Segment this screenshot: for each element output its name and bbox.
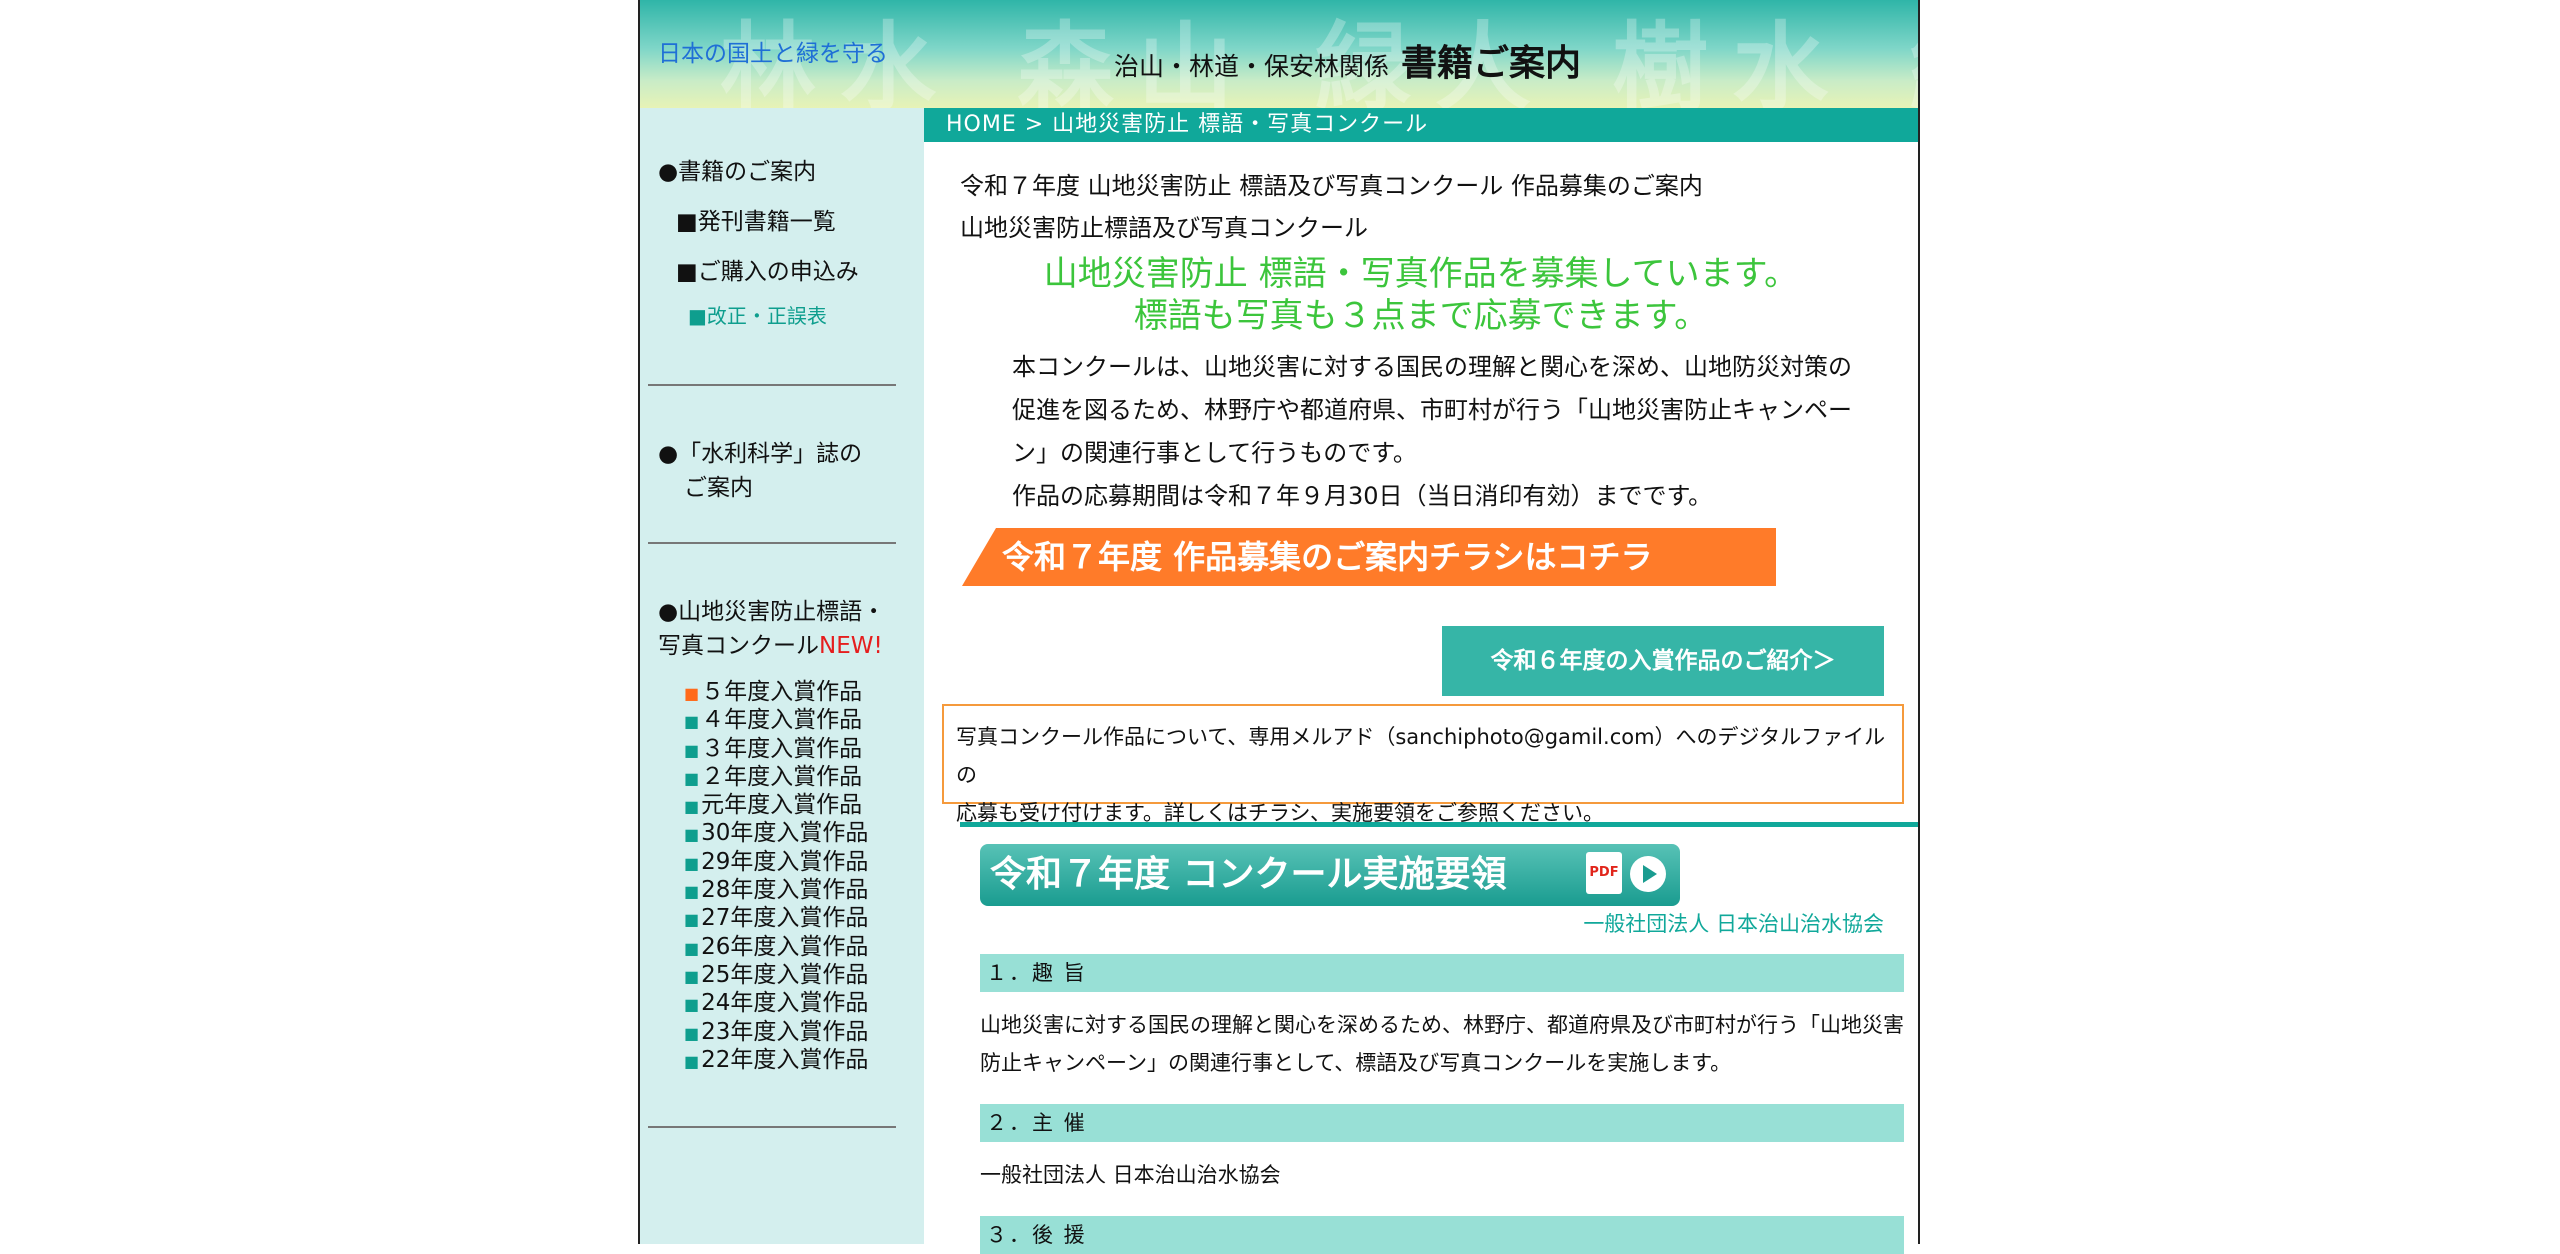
site-header: 林水 森山 緑人 樹水 緑林 日本の国土と緑を守る 治山・林道・保安林関係書籍ご… xyxy=(640,0,1918,108)
sidebar-divider xyxy=(648,542,896,544)
year-link-r2[interactable]: ■２年度入賞作品 xyxy=(684,763,868,791)
header-subtitle: 治山・林道・保安林関係 xyxy=(1114,52,1390,81)
header-main-title: 書籍ご案内 xyxy=(1401,43,1582,84)
year-link-h23[interactable]: ■23年度入賞作品 xyxy=(684,1018,868,1046)
headline-2: 標語も写真も３点まで応募できます。 xyxy=(1133,296,1709,336)
page-subtitle: 山地災害防止標語及び写真コンクール xyxy=(960,214,1368,242)
sidebar-purchase-link[interactable]: ■ご購入の申込み xyxy=(676,252,859,286)
sidebar-books-link[interactable]: ●書籍のご案内 xyxy=(658,152,816,186)
sidebar-errata-link[interactable]: ■改正・正誤表 xyxy=(688,300,827,329)
intro-line: ン」の関連行事として行うものです。 xyxy=(1012,439,1417,467)
site-tagline: 日本の国土と緑を守る xyxy=(658,41,888,67)
section-body-organizer: 一般社団法人 日本治山治水協会 xyxy=(980,1163,1281,1187)
year-link-h28[interactable]: ■28年度入賞作品 xyxy=(684,876,868,904)
organization-name: 一般社団法人 日本治山治水協会 xyxy=(1583,912,1884,936)
year-link-r5[interactable]: ■５年度入賞作品 xyxy=(684,678,868,706)
sidebar-journal-line2: ご案内 xyxy=(684,475,753,501)
year-link-h25[interactable]: ■25年度入賞作品 xyxy=(684,961,868,989)
year-link-r4[interactable]: ■４年度入賞作品 xyxy=(684,706,868,734)
sidebar-contest-line2: 写真コンクール xyxy=(658,633,819,659)
year-link-r3[interactable]: ■３年度入賞作品 xyxy=(684,735,868,763)
guide-pdf-link[interactable]: 令和７年度 コンクール実施要領 PDF xyxy=(980,844,1680,906)
header-title: 治山・林道・保安林関係 書籍ご案内 xyxy=(1114,34,1581,86)
breadcrumb[interactable]: HOME > 山地災害防止 標語・写真コンクール xyxy=(924,108,1918,142)
sidebar-publications-link[interactable]: ■発刊書籍一覧 xyxy=(676,202,836,236)
year-link-h26[interactable]: ■26年度入賞作品 xyxy=(684,933,868,961)
year-link-h29[interactable]: ■29年度入賞作品 xyxy=(684,848,868,876)
sidebar: ●書籍のご案内 ■発刊書籍一覧 ■ご購入の申込み ■改正・正誤表 ●「水利科学」… xyxy=(640,108,924,1244)
intro-line: 本コンクールは、山地災害に対する国民の理解と関心を深め、山地防災対策の xyxy=(1012,353,1852,381)
page-title: 令和７年度 山地災害防止 標語及び写真コンクール 作品募集のご案内 xyxy=(960,172,1703,200)
sidebar-contest-link[interactable]: ●山地災害防止標語・ 写真コンクールNEW! xyxy=(658,592,885,660)
notice-line: 写真コンクール作品について、専用メルアド（sanchiphoto@gamil.c… xyxy=(956,725,1886,787)
year-link-h27[interactable]: ■27年度入賞作品 xyxy=(684,904,868,932)
sidebar-journal-link[interactable]: ●「水利科学」誌の ご案内 xyxy=(658,434,862,502)
intro-line: 作品の応募期間は令和７年９月30日（当日消印有効）までです。 xyxy=(1012,482,1713,510)
section-heading-support: ３．後 援 xyxy=(980,1216,1904,1254)
intro-paragraph: 本コンクールは、山地災害に対する国民の理解と関心を深め、山地防災対策の 促進を図… xyxy=(1012,346,1892,518)
flyer-link-button[interactable]: 令和７年度 作品募集のご案内チラシはコチラ xyxy=(962,528,1776,586)
sidebar-divider xyxy=(648,1126,896,1128)
page-frame: 林水 森山 緑人 樹水 緑林 日本の国土と緑を守る 治山・林道・保安林関係書籍ご… xyxy=(638,0,1920,1254)
section-heading-purpose: １．趣 旨 xyxy=(980,954,1904,992)
notice-box: 写真コンクール作品について、専用メルアド（sanchiphoto@gamil.c… xyxy=(942,704,1904,825)
sidebar-journal-line1: ●「水利科学」誌の xyxy=(658,441,863,467)
play-icon xyxy=(1630,856,1666,892)
year-list: ■５年度入賞作品 ■４年度入賞作品 ■３年度入賞作品 ■２年度入賞作品 ■元年度… xyxy=(684,678,868,1074)
guide-banner-label: 令和７年度 コンクール実施要領 xyxy=(990,854,1507,895)
section-body-purpose: 山地災害に対する国民の理解と関心を深めるため、林野庁、都道府県及び市町村が行う「… xyxy=(980,1013,1904,1075)
main-content: 令和７年度 山地災害防止 標語及び写真コンクール 作品募集のご案内 山地災害防止… xyxy=(924,142,1918,1254)
year-link-h30[interactable]: ■30年度入賞作品 xyxy=(684,819,868,847)
section-divider xyxy=(960,822,1918,827)
intro-line: 促進を図るため、林野庁や都道府県、市町村が行う「山地災害防止キャンペー xyxy=(1012,396,1852,424)
prize-works-button[interactable]: 令和６年度の入賞作品のご紹介＞ xyxy=(1442,626,1884,696)
section-heading-organizer: ２．主 催 xyxy=(980,1104,1904,1142)
year-link-h24[interactable]: ■24年度入賞作品 xyxy=(684,989,868,1017)
new-badge: NEW! xyxy=(819,633,883,659)
year-link-r1[interactable]: ■元年度入賞作品 xyxy=(684,791,868,819)
year-link-h22[interactable]: ■22年度入賞作品 xyxy=(684,1046,868,1074)
sidebar-divider xyxy=(648,384,896,386)
sidebar-contest-line1: ●山地災害防止標語・ xyxy=(658,599,886,625)
pdf-icon: PDF xyxy=(1586,852,1622,894)
